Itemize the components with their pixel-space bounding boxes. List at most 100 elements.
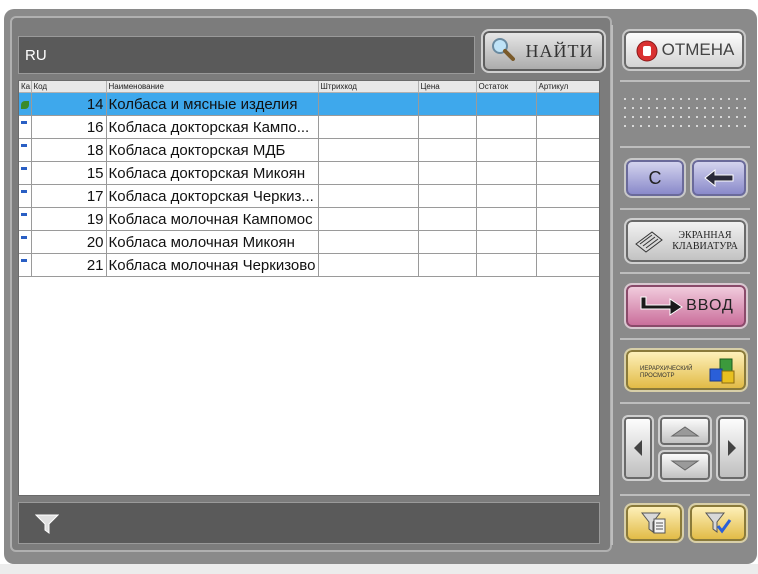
speaker-dot [720,116,722,118]
separator [620,272,750,274]
separator [620,338,750,340]
speaker-dot [640,98,642,100]
funnel-check-icon [704,512,732,534]
speaker-dot [632,107,634,109]
speaker-dot [688,125,690,127]
filter-document-button[interactable] [624,503,684,543]
speaker-dot [704,116,706,118]
speaker-dot [648,116,650,118]
row-name: Кобласа молочная Кампомос [106,207,319,231]
item-marker-icon [19,230,32,254]
speaker-dot [632,125,634,127]
speaker-dot [624,116,626,118]
onscreen-keyboard-button[interactable]: ЭКРАННАЯ КЛАВИАТУРА [624,218,748,264]
funnel-icon [35,514,59,534]
cancel-button[interactable]: ОТМЕНА [622,29,746,71]
search-input[interactable]: RU [18,36,475,74]
hier-button-label-line1: Иерархический [640,366,693,372]
taskbar-strip [0,564,758,574]
column-header[interactable]: Цена [418,81,477,93]
table-row[interactable]: 17 Кобласа докторская Черкиз... [19,184,599,208]
speaker-dot [672,98,674,100]
speaker-dot [648,125,650,127]
speaker-dot [640,125,642,127]
hierarchical-view-button[interactable]: Иерархический просмотр [624,348,748,392]
funnel-document-icon [640,512,666,534]
nav-up-button[interactable] [658,415,712,447]
speaker-dot [672,107,674,109]
row-code: 18 [31,138,107,162]
enter-arrow-icon [640,296,683,316]
speaker-dot [704,125,706,127]
table-row[interactable]: 21 Кобласа молочная Черкизово [19,253,599,277]
speaker-dot [632,116,634,118]
speaker-grille [618,90,752,135]
table-row[interactable]: 18 Кобласа докторская МДБ [19,138,599,162]
filter-bar[interactable] [18,502,600,544]
backspace-arrow-icon [704,169,734,187]
column-header[interactable]: Наименование [106,81,319,93]
table-row[interactable]: 15 Кобласа докторская Микоян [19,161,599,185]
row-name: Кобласа докторская Черкиз... [106,184,319,208]
speaker-dot [664,125,666,127]
clear-button[interactable]: C [624,158,686,198]
arrow-up-icon [670,426,700,437]
row-code: 21 [31,253,107,277]
item-marker-icon [19,161,32,185]
column-header[interactable]: Код [31,81,107,93]
backspace-button[interactable] [690,158,748,198]
separator [620,146,750,148]
filter-check-button[interactable] [688,503,748,543]
table-row[interactable]: 14 Колбаса и мясные изделия [19,92,599,116]
item-marker-icon [19,184,32,208]
items-table[interactable]: Ка... Код Наименование Штрихкод Цена Ост… [18,80,600,496]
speaker-dot [664,107,666,109]
nav-down-button[interactable] [658,450,712,482]
enter-button-label: ВВОД [686,297,734,314]
speaker-dot [728,107,730,109]
speaker-dot [680,125,682,127]
speaker-dot [648,107,650,109]
speaker-dot [672,125,674,127]
speaker-dot [712,125,714,127]
table-row[interactable]: 19 Кобласа молочная Кампомос [19,207,599,231]
speaker-dot [624,107,626,109]
row-name: Кобласа молочная Микоян [106,230,319,254]
separator [620,402,750,404]
row-code: 16 [31,115,107,139]
speaker-dot [704,107,706,109]
column-header[interactable]: Ка... [19,81,32,93]
find-button[interactable]: НАЙТИ [481,29,606,73]
table-row[interactable]: 16 Кобласа докторская Кампо... [19,115,599,139]
speaker-dot [728,98,730,100]
cancel-button-label: ОТМЕНА [661,40,735,59]
enter-button[interactable]: ВВОД [624,283,748,329]
speaker-dot [736,125,738,127]
arrow-down-icon [670,460,700,471]
row-code: 17 [31,184,107,208]
column-header[interactable]: Артикул [536,81,599,93]
item-marker-icon [19,138,32,162]
item-marker-icon [19,207,32,231]
column-header[interactable]: Штрихкод [318,81,419,93]
arrow-right-icon [728,440,736,456]
speaker-dot [656,116,658,118]
nav-left-button[interactable] [622,415,654,481]
speaker-dot [656,107,658,109]
speaker-dot [712,98,714,100]
row-code: 19 [31,207,107,231]
speaker-dot [624,125,626,127]
speaker-dot [720,98,722,100]
speaker-dot [640,107,642,109]
table-row[interactable]: 20 Кобласа молочная Микоян [19,230,599,254]
separator [611,25,613,545]
row-name: Кобласа докторская МДБ [106,138,319,162]
speaker-dot [728,116,730,118]
speaker-dot [712,107,714,109]
speaker-dot [696,125,698,127]
speaker-dot [680,116,682,118]
item-marker-icon [19,253,32,277]
speaker-dot [736,98,738,100]
nav-right-button[interactable] [716,415,748,481]
column-header[interactable]: Остаток [476,81,537,93]
